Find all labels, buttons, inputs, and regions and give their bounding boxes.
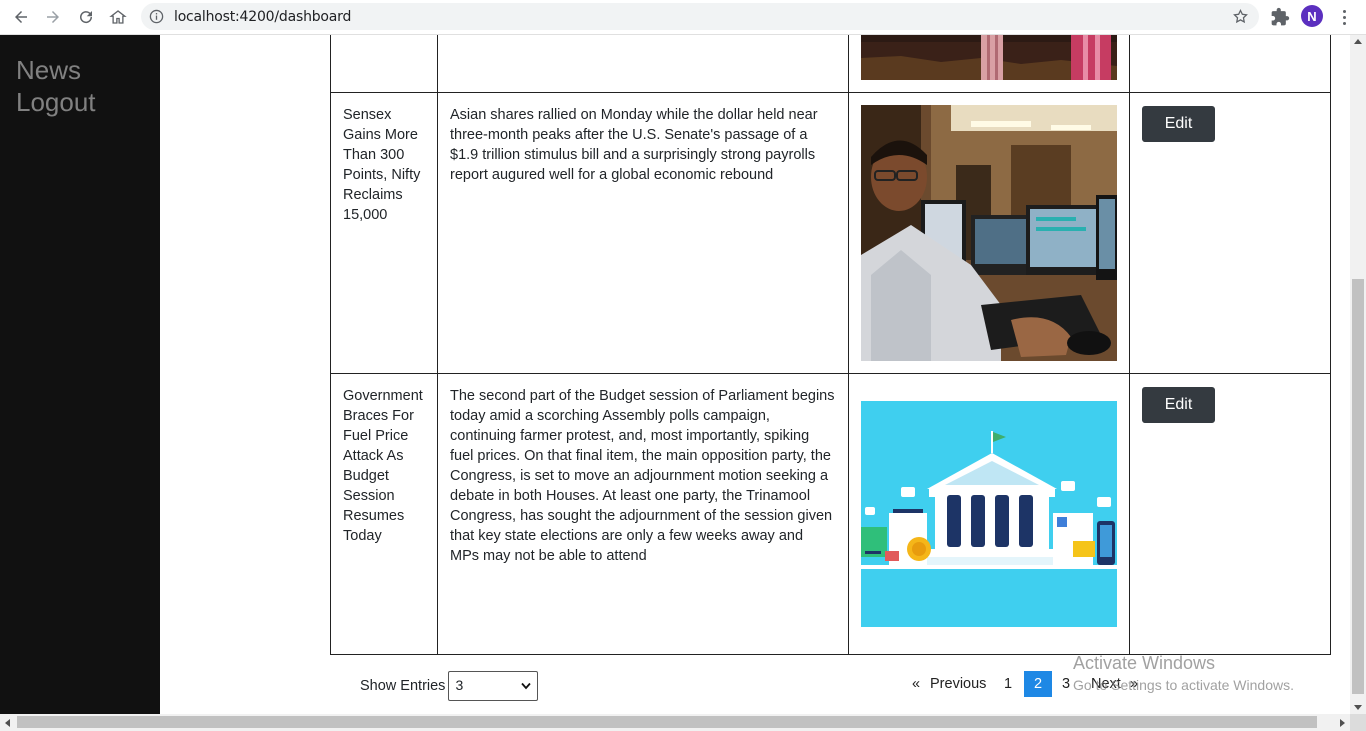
back-icon[interactable] [8, 5, 34, 29]
browser-toolbar: localhost:4200/dashboard N [0, 0, 1366, 35]
news-title-cell: Government Braces For Fuel Price Attack … [330, 373, 438, 655]
scroll-down-arrow-icon[interactable] [1354, 705, 1362, 710]
market-trader-photo [861, 35, 1117, 80]
table-row: Sensex Gains More Than 300 Points, Nifty… [330, 92, 1331, 374]
forward-icon[interactable] [40, 5, 66, 29]
sidebar-item-news[interactable]: News [16, 55, 81, 86]
show-entries-label: Show Entries [360, 678, 446, 694]
actions-cell: Edit [1129, 92, 1331, 374]
page-link-1[interactable]: 1 [1004, 676, 1012, 692]
watermark-title: Activate Windows [1073, 653, 1216, 673]
sidebar: News Logout [0, 35, 160, 714]
edit-button[interactable]: Edit [1142, 106, 1215, 142]
scroll-up-arrow-icon[interactable] [1354, 39, 1362, 44]
table-row: Government Braces For Fuel Price Attack … [330, 373, 1331, 655]
reload-icon[interactable] [73, 5, 99, 29]
show-entries: Show Entries 3 [360, 671, 539, 701]
previous-page-link[interactable]: Previous [930, 676, 986, 692]
actions-cell: Edit [1129, 373, 1331, 655]
home-icon[interactable] [105, 5, 131, 29]
extensions-puzzle-icon[interactable] [1270, 7, 1290, 27]
news-title-cell: Sensex Gains More Than 300 Points, Nifty… [330, 92, 438, 374]
horizontal-scrollbar-thumb[interactable] [17, 716, 1317, 728]
news-description-cell [437, 35, 849, 93]
next-arrow-icon[interactable]: » [1130, 676, 1138, 692]
next-page-link[interactable]: Next [1091, 676, 1121, 692]
vertical-scrollbar[interactable] [1350, 35, 1366, 714]
bookmark-star-icon[interactable] [1232, 8, 1249, 25]
news-description-cell: The second part of the Budget session of… [437, 373, 849, 655]
parliament-building-illustration [861, 401, 1117, 627]
scroll-right-arrow-icon[interactable] [1340, 719, 1345, 727]
news-image-cell [848, 373, 1130, 655]
news-title-cell [330, 35, 438, 93]
news-description-cell: Asian shares rallied on Monday while the… [437, 92, 849, 374]
edit-button[interactable]: Edit [1142, 387, 1215, 423]
profile-avatar[interactable]: N [1301, 5, 1323, 27]
page-link-2-active[interactable]: 2 [1024, 671, 1052, 697]
table-row [330, 35, 1331, 93]
vertical-scrollbar-thumb[interactable] [1352, 279, 1364, 694]
horizontal-scrollbar[interactable] [0, 714, 1350, 731]
url-text[interactable]: localhost:4200/dashboard [174, 9, 351, 25]
stock-trader-monitors-photo [861, 105, 1117, 361]
news-image-cell [848, 35, 1130, 93]
info-icon[interactable] [149, 9, 164, 24]
entries-select[interactable]: 3 [448, 671, 539, 701]
page-viewport: News Logout Sensex Gains More Than 300 P… [0, 35, 1350, 714]
scroll-left-arrow-icon[interactable] [5, 719, 10, 727]
previous-arrow-icon[interactable]: « [912, 676, 920, 692]
news-table: Sensex Gains More Than 300 Points, Nifty… [330, 35, 1331, 655]
news-image-cell [848, 92, 1130, 374]
page-link-3[interactable]: 3 [1062, 676, 1070, 692]
chevron-down-icon [521, 682, 532, 690]
scrollbar-corner [1350, 714, 1366, 731]
kebab-menu-icon[interactable] [1336, 6, 1352, 28]
address-bar[interactable]: localhost:4200/dashboard [141, 3, 1259, 30]
actions-cell [1129, 35, 1331, 93]
entries-select-value: 3 [455, 677, 464, 693]
sidebar-item-logout[interactable]: Logout [16, 87, 96, 118]
